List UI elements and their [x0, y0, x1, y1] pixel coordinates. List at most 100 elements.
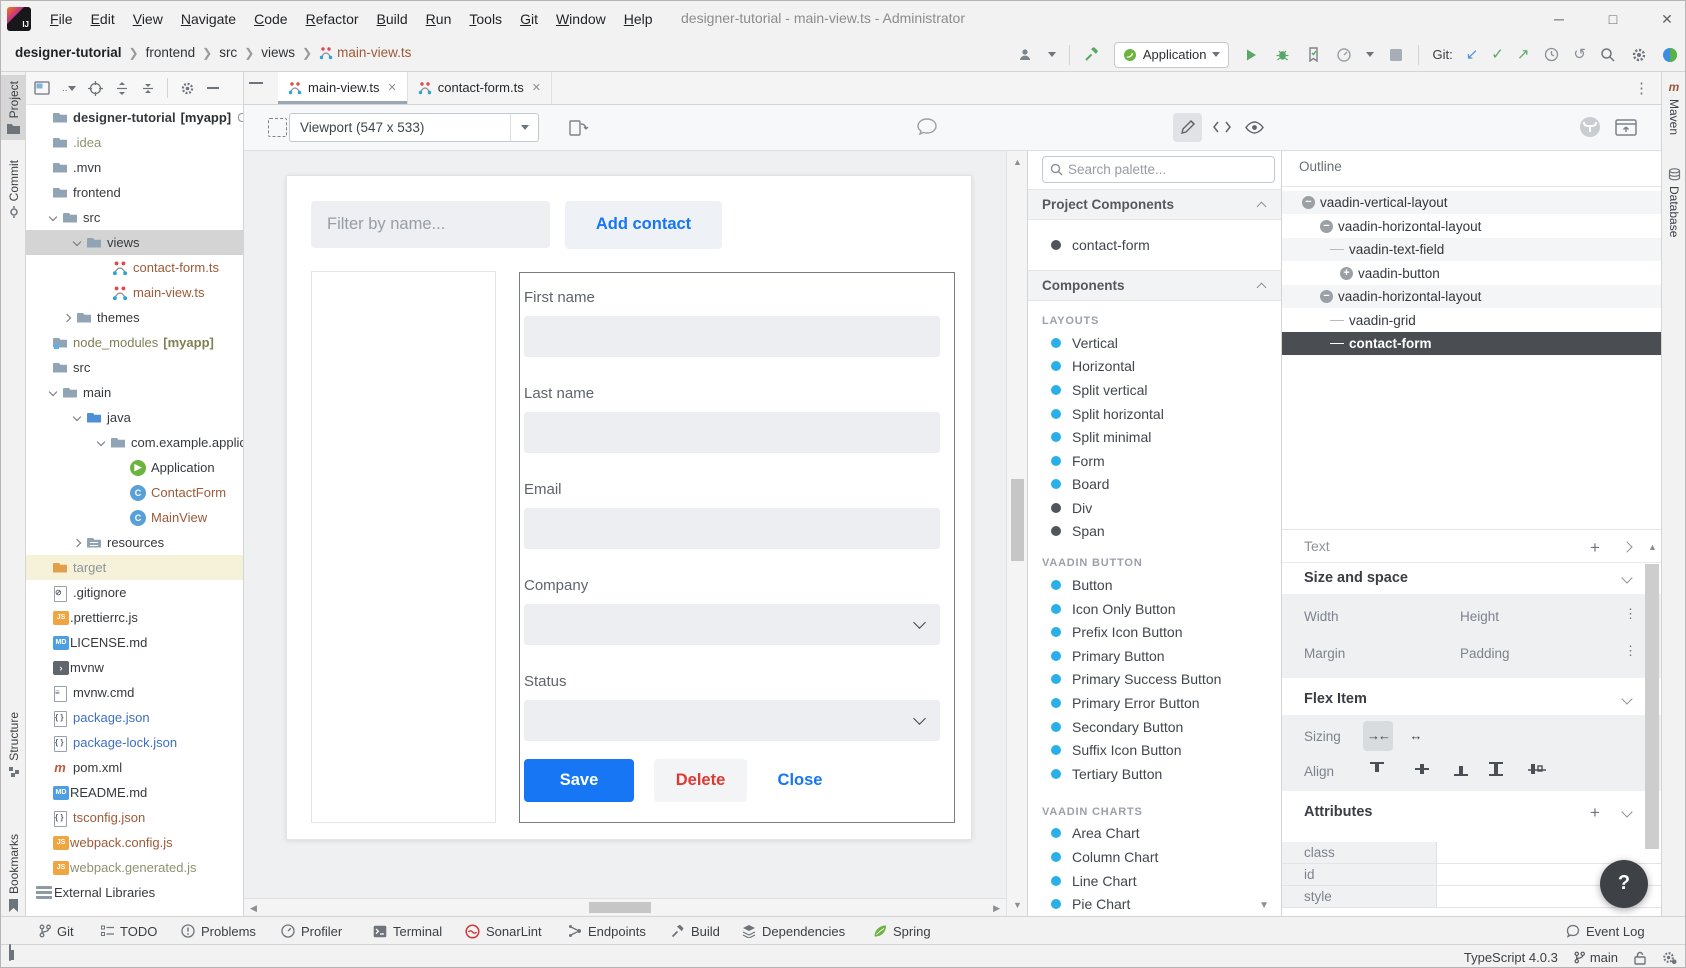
hide-panel-icon[interactable]	[207, 87, 219, 89]
sizing-shrink-icon[interactable]: →←	[1363, 721, 1393, 751]
toolbar-item-terminal[interactable]: Terminal	[373, 917, 442, 945]
chevron-down-icon[interactable]	[1621, 572, 1632, 583]
help-button[interactable]: ?	[1600, 860, 1648, 908]
collapse-node-icon[interactable]: −	[1302, 196, 1315, 209]
tree-item[interactable]: main	[26, 380, 243, 405]
palette-item[interactable]: Pie Chart	[1028, 892, 1281, 916]
tree-item[interactable]: .mvn	[26, 155, 243, 180]
align-bottom-icon[interactable]	[1452, 761, 1470, 777]
chevron-down-icon[interactable]	[1621, 806, 1632, 817]
outline-node[interactable]: − vaadin-horizontal-layout	[1282, 214, 1663, 238]
palette-item[interactable]: Primary Success Button	[1028, 668, 1281, 692]
align-stretch-icon[interactable]	[1487, 761, 1505, 777]
palette-search-box[interactable]	[1042, 156, 1275, 183]
align-baseline-icon[interactable]	[1527, 761, 1547, 777]
hide-tabs-icon[interactable]	[249, 82, 263, 84]
view-options-dropdown-icon[interactable]: ..	[62, 83, 76, 94]
close-tab-icon[interactable]: ✕	[388, 81, 397, 94]
open-in-new-window-icon[interactable]	[1615, 117, 1637, 137]
minimize-button[interactable]: ─	[1549, 11, 1569, 27]
toolbar-item-todo[interactable]: TODO	[101, 917, 157, 945]
expand-all-icon[interactable]	[115, 81, 129, 96]
rotate-viewport-icon[interactable]	[567, 116, 589, 138]
collapse-node-icon[interactable]: −	[1320, 290, 1333, 303]
status-select[interactable]	[524, 700, 940, 741]
locate-file-icon[interactable]	[88, 81, 103, 96]
palette-item[interactable]: Span	[1028, 520, 1281, 544]
toolbar-item-dependencies[interactable]: Dependencies	[742, 917, 845, 945]
palette-item[interactable]: Primary Error Button	[1028, 691, 1281, 715]
tree-item[interactable]: ⊘ .gitignore	[26, 580, 243, 605]
scroll-right-icon[interactable]: ▶	[993, 903, 1000, 914]
tree-item[interactable]: MD README.md	[26, 780, 243, 805]
palette-item[interactable]: Div	[1028, 496, 1281, 520]
menu-build[interactable]: Build	[368, 7, 417, 31]
chevron-down-icon[interactable]	[1621, 693, 1632, 704]
palette-item[interactable]: Tertiary Button	[1028, 762, 1281, 786]
chevron-right-icon[interactable]	[70, 530, 86, 555]
tree-item[interactable]: { } package.json	[26, 705, 243, 730]
toolbar-item-spring[interactable]: Spring	[873, 917, 931, 945]
edit-mode-pencil-icon[interactable]	[1173, 113, 1202, 142]
tool-window-toggle-icon[interactable]	[9, 944, 11, 961]
git-push-icon[interactable]: ↗	[1517, 47, 1530, 62]
sidebar-tab-database[interactable]: Database	[1662, 168, 1686, 237]
tree-item-root[interactable]: designer-tutorial [myapp] C:\devW	[26, 105, 243, 130]
toolbar-item-sonarlint[interactable]: SonarLint	[465, 917, 542, 945]
sidebar-tab-maven[interactable]: m Maven	[1662, 80, 1686, 135]
filter-by-name-input[interactable]	[311, 201, 550, 248]
palette-item[interactable]: Prefix Icon Button	[1028, 620, 1281, 644]
palette-item[interactable]: Secondary Button	[1028, 715, 1281, 739]
palette-item[interactable]: Board	[1028, 473, 1281, 497]
tree-item[interactable]: m pom.xml	[26, 755, 243, 780]
git-commit-icon[interactable]: ✓	[1491, 47, 1504, 62]
align-center-icon[interactable]	[1413, 761, 1431, 777]
sidebar-tab-commit[interactable]: Commit	[1, 160, 26, 218]
sidebar-tab-project[interactable]: Project	[1, 75, 26, 140]
collapse-section-icon[interactable]	[1257, 282, 1267, 292]
debug-button[interactable]	[1273, 46, 1291, 64]
palette-search-input[interactable]	[1068, 162, 1248, 177]
canvas-horizontal-scrollbar[interactable]: ◀ ▶	[244, 898, 1006, 915]
first-name-field[interactable]	[524, 316, 940, 357]
email-field[interactable]	[524, 508, 940, 549]
settings-gear-icon[interactable]	[1630, 46, 1648, 64]
add-contact-button[interactable]: Add contact	[565, 201, 722, 249]
menu-edit[interactable]: Edit	[82, 7, 124, 31]
scrollbar-thumb[interactable]	[589, 902, 651, 913]
palette-item-contact-form[interactable]: contact-form	[1028, 220, 1281, 270]
tree-item[interactable]: src	[26, 355, 243, 380]
tree-item[interactable]: .idea	[26, 130, 243, 155]
tab-options-kebab-icon[interactable]: ⋮	[1634, 79, 1649, 97]
palette-item[interactable]: Suffix Icon Button	[1028, 738, 1281, 762]
delete-button[interactable]: Delete	[654, 759, 747, 802]
chevron-down-icon[interactable]	[70, 230, 86, 255]
section-size-and-space[interactable]: Size and space	[1282, 563, 1663, 594]
search-everywhere-icon[interactable]	[1599, 46, 1617, 64]
palette-section-project-components[interactable]: Project Components	[1028, 189, 1281, 220]
last-name-field[interactable]	[524, 412, 940, 453]
add-icon[interactable]: +	[1590, 538, 1600, 558]
tree-item[interactable]: themes	[26, 305, 243, 330]
panel-settings-gear-icon[interactable]	[180, 81, 195, 96]
viewport-select[interactable]: Viewport (547 x 533)	[289, 113, 539, 142]
menu-tools[interactable]: Tools	[460, 7, 511, 31]
menu-window[interactable]: Window	[547, 7, 615, 31]
contact-form-component[interactable]: First name Last name Email Company Statu…	[519, 272, 955, 823]
tree-item[interactable]: { } tsconfig.json	[26, 805, 243, 830]
sidebar-tab-bookmarks[interactable]: Bookmarks	[1, 834, 26, 912]
tree-item[interactable]: JS webpack.config.js	[26, 830, 243, 855]
typescript-version[interactable]: TypeScript 4.0.3	[1464, 950, 1558, 965]
menu-navigate[interactable]: Navigate	[172, 7, 245, 31]
tree-item[interactable]: MD LICENSE.md	[26, 630, 243, 655]
company-select[interactable]	[524, 604, 940, 645]
tree-item[interactable]: › mvnw	[26, 655, 243, 680]
outline-node[interactable]: vaadin-text-field	[1282, 238, 1663, 262]
tree-item[interactable]: ≡ mvnw.cmd	[26, 680, 243, 705]
tree-item[interactable]: com.example.applica	[26, 430, 243, 455]
maximize-button[interactable]: □	[1603, 11, 1623, 27]
tree-item[interactable]: java	[26, 405, 243, 430]
palette-item[interactable]: Icon Only Button	[1028, 597, 1281, 621]
scrollbar-thumb[interactable]	[1011, 479, 1024, 561]
chevron-down-icon[interactable]	[94, 430, 110, 455]
